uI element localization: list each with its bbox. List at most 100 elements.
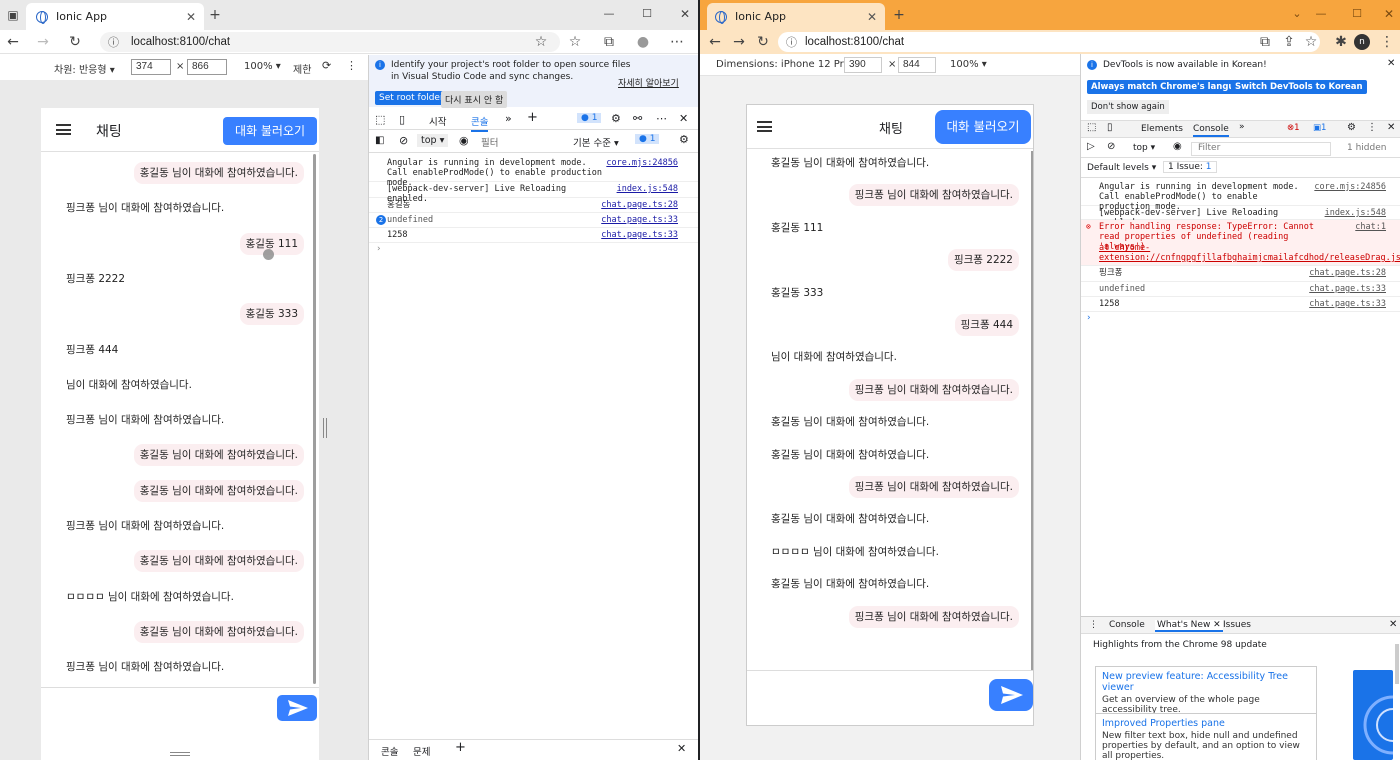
load-chat-button[interactable]: 대화 불러오기 [935,110,1031,144]
console-row[interactable]: [webpack-dev-server] Live Reloading enab… [1081,206,1400,228]
clear-icon[interactable]: ⊘ [399,134,408,147]
device-select[interactable]: 차원: 반응형 ▾ [54,61,115,76]
minimize-icon[interactable]: — [600,5,618,23]
more-icon[interactable]: ⋯ [668,33,686,51]
feature-card[interactable]: Improved Properties pane New filter text… [1095,713,1317,760]
zoom-select[interactable]: 100% ▾ [244,61,281,72]
scrollbar[interactable] [1031,151,1033,671]
device-height-input[interactable]: 866 [187,59,227,75]
context-select[interactable]: top ▾ [1133,143,1155,153]
device-icon[interactable]: ▯ [1107,122,1113,133]
bookmark-icon[interactable]: ☆ [1302,33,1320,51]
translate-icon[interactable]: ⧉ [1256,33,1274,51]
close-icon[interactable]: ✕ [679,112,688,125]
issues-button[interactable]: 1 Issue: 1 [1163,161,1217,173]
message-badge[interactable]: ● 1 [577,113,602,123]
source-link[interactable]: chat.page.ts:28 [1309,268,1386,278]
source-link[interactable]: chat.page.ts:33 [601,215,678,225]
forward-icon[interactable]: → [730,33,748,51]
source-link[interactable]: core.mjs:24856 [1314,182,1386,192]
minimize-icon[interactable]: — [1312,5,1330,23]
close-icon[interactable]: ✕ [1387,122,1395,133]
close-icon[interactable]: ✕ [1389,619,1397,630]
source-link[interactable]: core.mjs:24856 [606,158,678,168]
reload-icon[interactable]: ↻ [66,33,84,51]
filter-input[interactable]: 필터 [481,135,498,149]
close-window-icon[interactable]: ✕ [676,5,694,23]
back-icon[interactable]: ← [706,33,724,51]
reload-icon[interactable]: ↻ [754,33,772,51]
more-icon[interactable]: ⋮ [346,59,357,72]
close-icon[interactable]: ✕ [867,10,877,24]
switch-korean-button[interactable]: Switch DevTools to Korean [1231,80,1367,94]
tab-elements[interactable]: Elements [1141,124,1183,134]
tab-console[interactable]: Console [1193,124,1229,137]
resize-handle[interactable] [323,418,327,438]
tab-actions-icon[interactable]: ▣ [4,6,22,24]
drawer-tab-console[interactable]: Console [1109,620,1145,630]
console-row[interactable]: [webpack-dev-server] Live Reloading enab… [369,182,698,204]
device-height-input[interactable]: 844 [898,57,936,73]
browser-tab[interactable]: Ionic App ✕ [26,3,204,30]
source-link[interactable]: chat.page.ts:33 [601,230,678,240]
load-chat-button[interactable]: 대화 불러오기 [223,117,317,145]
device-icon[interactable]: ▯ [399,113,405,126]
set-root-button[interactable]: Set root folder [375,91,448,105]
browser-tab[interactable]: Ionic App ✕ [707,3,885,30]
address-bar[interactable]: ⓘ localhost:8100/chat [100,32,560,52]
close-icon[interactable]: ✕ [1387,58,1395,69]
profile-icon[interactable]: n [1354,34,1370,50]
clear-icon[interactable]: ⊘ [1107,141,1115,152]
sidebar-icon[interactable]: ◧ [375,135,384,146]
close-icon[interactable]: ✕ [186,10,196,24]
device-width-input[interactable]: 390 [844,57,882,73]
gear-icon[interactable]: ⚙ [1347,122,1356,133]
learn-more-link[interactable]: 자세히 알아보기 [618,76,679,89]
feature-card[interactable]: New preview feature: Accessibility Tree … [1095,666,1317,720]
tab-console[interactable]: 콘솔 [471,114,489,132]
tab-start[interactable]: 시작 [429,114,446,128]
inspect-icon[interactable]: ⬚ [375,113,385,126]
more-tabs-icon[interactable]: » [505,112,512,125]
sidebar-icon[interactable]: ▷ [1087,141,1095,152]
rotate-icon[interactable]: ⟳ [322,59,331,72]
source-link[interactable]: chat.page.ts:33 [1309,284,1386,294]
source-link[interactable]: index.js:548 [617,184,678,194]
drawer-menu-icon[interactable]: ⋮ [1089,620,1098,630]
console-row[interactable]: Angular is running in development mode. … [1081,180,1400,212]
more-icon[interactable]: ⋮ [1367,122,1377,133]
extensions-icon[interactable]: ✱ [1332,33,1350,51]
context-select[interactable]: top ▾ [417,134,449,147]
console-row[interactable]: 2 undefined chat.page.ts:33 [369,213,698,228]
source-link[interactable]: index.js:548 [1325,208,1386,218]
source-link[interactable]: chat.page.ts:28 [601,200,678,210]
favorites-bar-icon[interactable]: ☆ [566,33,584,51]
dont-show-button[interactable]: 다시 표시 안 함 [441,91,508,108]
close-icon[interactable]: ✕ [677,742,686,755]
send-button[interactable] [277,695,317,721]
default-levels-select[interactable]: Default levels ▾ [1087,163,1156,173]
collections-icon[interactable]: ⧉ [600,33,618,51]
inspect-icon[interactable]: ⬚ [1087,122,1096,133]
back-icon[interactable]: ← [4,33,22,51]
console-row[interactable]: 1258 chat.page.ts:33 [1081,297,1400,312]
share-icon[interactable]: ⇪ [1280,33,1298,51]
gear-icon[interactable]: ⚙ [611,112,621,125]
message-badge[interactable]: ▣1 [1313,123,1326,133]
dimensions-select[interactable]: Dimensions: iPhone 12 Pro ▾ [716,59,858,70]
console-row[interactable]: 핑크퐁 chat.page.ts:28 [1081,266,1400,282]
gear-icon[interactable]: ⚙ [679,133,689,146]
maximize-icon[interactable]: ☐ [638,5,656,23]
dont-show-again-button[interactable]: Don't show again [1087,100,1169,114]
throttle-label[interactable]: 제한 [293,61,311,76]
error-stack-link[interactable]: at chrome-extension://cnfngpgfjllafbghai… [1099,243,1400,263]
filter-input[interactable]: Filter [1191,142,1331,156]
close-window-icon[interactable]: ✕ [1380,5,1398,23]
console-prompt-icon[interactable]: › [377,244,381,254]
console-row[interactable]: undefined chat.page.ts:33 [1081,282,1400,297]
maximize-icon[interactable]: ☐ [1348,5,1366,23]
issues-badge[interactable]: ● 1 [635,134,660,144]
console-row[interactable]: 1258 chat.page.ts:33 [369,228,698,243]
add-tab-icon[interactable]: + [455,740,466,755]
tab-search-icon[interactable]: ⌄ [1288,5,1306,23]
